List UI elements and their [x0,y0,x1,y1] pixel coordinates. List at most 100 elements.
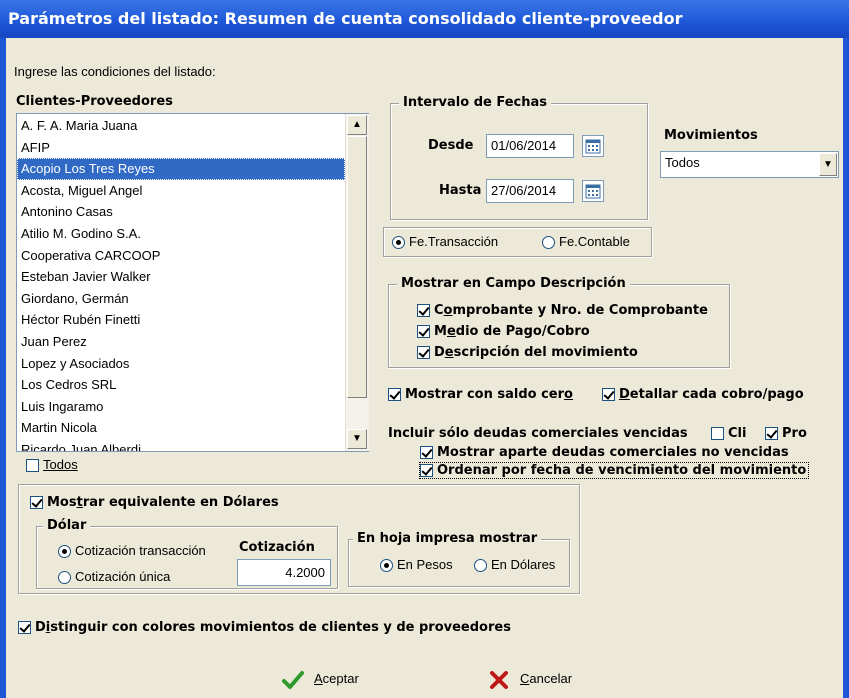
cotizacion-input[interactable]: 4.2000 [237,559,331,586]
list-item[interactable]: Esteban Javier Walker [17,266,345,288]
cancelar-label-a: C [520,671,530,686]
cli-label: Cli [728,426,747,441]
mostrar-dolares-checkbox[interactable]: Mostrar equivalente en Dólares [30,495,279,510]
fechas-group-label: Intervalo de Fechas [399,95,551,110]
en-pesos-radio[interactable]: En Pesos [380,557,453,573]
movimientos-select[interactable]: Todos ▼ [660,151,839,178]
clients-scrollbar[interactable]: ▲ ▼ [345,114,369,451]
check-box[interactable] [417,325,430,338]
desc-label-c: scripción del movimiento [453,345,638,360]
calendar-icon [585,139,601,154]
title-bar: Parámetros del listado: Resumen de cuent… [0,0,849,38]
fe-transaccion-label: Fe.Transacción [409,234,499,249]
comprobante-checkbox[interactable]: Comprobante y Nro. de Comprobante [417,303,708,318]
radio-unselected[interactable] [474,559,487,573]
todos-checkbox[interactable]: Todos [26,457,78,473]
check-box[interactable] [420,464,433,477]
chevron-down-icon[interactable]: ▼ [819,153,837,176]
scroll-down-button[interactable]: ▼ [347,429,367,449]
list-item[interactable]: A. F. A. Maria Juana [17,115,345,137]
desde-input[interactable]: 01/06/2014 [486,134,574,158]
checkmark-icon [282,670,304,689]
list-item[interactable]: Giordano, Germán [17,288,345,310]
list-item[interactable]: Juan Perez [17,331,345,353]
cross-icon [490,670,508,689]
check-box[interactable] [30,496,43,509]
hasta-label: Hasta [439,183,482,198]
ordenar-checkbox[interactable]: Ordenar por fecha de vencimiento del mov… [418,462,810,479]
check-box[interactable] [602,388,615,401]
check-box[interactable] [388,388,401,401]
window-frame-right [843,38,849,698]
list-item[interactable]: Martin Nicola [17,417,345,439]
list-item[interactable]: AFIP [17,137,345,159]
en-dolares-radio[interactable]: En Dólares [474,557,555,573]
hoja-impresa-label: En hoja impresa mostrar [353,531,542,546]
desc-label-a: D [434,345,445,360]
list-item[interactable]: Héctor Rubén Finetti [17,309,345,331]
cotizacion-label: Cotización [239,540,315,555]
fe-contable-label: Fe.Contable [559,234,630,249]
radio-selected[interactable] [392,236,405,250]
radio-selected[interactable] [58,545,71,559]
radio-unselected[interactable] [542,236,555,250]
fe-transaccion-radio[interactable]: Fe.Transacción [392,234,499,250]
scroll-up-button[interactable]: ▲ [347,115,367,135]
desde-calendar-button[interactable] [582,135,604,157]
medio-pago-checkbox[interactable]: Medio de Pago/Cobro [417,324,590,339]
aceptar-label-a: A [314,671,323,686]
clients-listbox[interactable]: A. F. A. Maria Juana AFIP Acopio Los Tres … [16,113,369,452]
list-item[interactable]: Lopez y Asociados [17,353,345,375]
todos-check-box[interactable] [26,459,39,473]
cot-transaccion-label: Cotización transacción [75,543,206,558]
check-box[interactable] [765,427,778,440]
list-item[interactable]: Acosta, Miguel Angel [17,180,345,202]
clients-label: Clientes-Proveedores [16,94,173,109]
cot-transaccion-radio[interactable]: Cotización transacción [58,543,206,559]
cancelar-label-b: ancelar [529,671,573,686]
list-item[interactable]: Ricardo Juan Alberdi [17,439,345,451]
aceptar-label-b: ceptar [322,671,359,686]
detallar-label-b: etallar cada cobro/pago [629,387,804,402]
check-box[interactable] [420,446,433,459]
pro-checkbox[interactable]: Pro [765,426,807,441]
hasta-input[interactable]: 27/06/2014 [486,179,574,203]
movimientos-value: Todos [665,155,700,170]
list-item[interactable]: Luis Ingaramo [17,396,345,418]
instructions-label: Ingrese las condiciones del listado: [14,64,216,79]
list-item[interactable]: Cooperativa CARCOOP [17,245,345,267]
saldo-cero-label-b: o [564,387,573,402]
list-item[interactable]: Acopio Los Tres Reyes [17,158,345,180]
detallar-checkbox[interactable]: Detallar cada cobro/pago [602,387,804,402]
distinguir-checkbox[interactable]: Distinguir con colores movimientos de cl… [18,620,511,635]
scroll-thumb[interactable] [347,136,367,398]
cot-unica-label: Cotización única [75,569,171,584]
check-box[interactable] [417,346,430,359]
aparte-label: Mostrar aparte deudas comerciales no ven… [437,445,789,460]
todos-label: Todos [43,457,78,472]
cancelar-button[interactable]: Cancelar [488,664,572,694]
comprobante-label-c: mprobante y Nro. de Comprobante [452,303,708,318]
distinguir-label-c: stinguir con colores movimientos de clie… [50,620,511,635]
dolares-label-c: rar equivalente en Dólares [82,495,279,510]
medio-label-c: dio de Pago/Cobro [455,324,590,339]
comprobante-label-a: C [434,303,444,318]
check-box[interactable] [711,427,724,440]
check-box[interactable] [18,621,31,634]
saldo-cero-checkbox[interactable]: Mostrar con saldo cero [388,387,573,402]
list-item[interactable]: Los Cedros SRL [17,374,345,396]
fe-contable-radio[interactable]: Fe.Contable [542,234,630,250]
radio-unselected[interactable] [58,571,71,585]
cli-checkbox[interactable]: Cli [711,426,746,441]
ordenar-label: Ordenar por fecha de vencimiento del mov… [437,463,807,478]
list-item[interactable]: Antonino Casas [17,201,345,223]
list-item[interactable]: Atilio M. Godino S.A. [17,223,345,245]
aparte-checkbox[interactable]: Mostrar aparte deudas comerciales no ven… [420,445,789,460]
desde-label: Desde [428,138,474,153]
check-box[interactable] [417,304,430,317]
aceptar-button[interactable]: Aceptar [282,664,359,694]
cot-unica-radio[interactable]: Cotización única [58,569,171,585]
radio-selected[interactable] [380,559,393,573]
hasta-calendar-button[interactable] [582,180,604,202]
descripcion-mov-checkbox[interactable]: Descripción del movimiento [417,345,638,360]
